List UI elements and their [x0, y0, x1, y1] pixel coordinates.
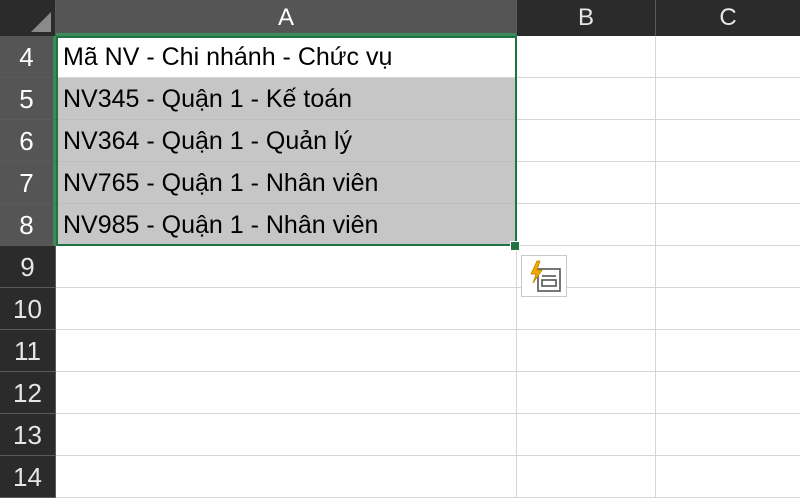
cell-a7[interactable]: NV765 - Quận 1 - Nhân viên [56, 162, 517, 204]
row-header-6[interactable]: 6 [0, 120, 56, 162]
cell-c11[interactable] [656, 330, 800, 372]
spreadsheet-grid: A B C 4 5 6 7 8 9 10 11 12 13 14 Mã NV -… [0, 0, 800, 498]
flash-fill-options-button[interactable] [521, 255, 567, 297]
cell-b8[interactable] [517, 204, 656, 246]
cell-b7[interactable] [517, 162, 656, 204]
cell-c8[interactable] [656, 204, 800, 246]
cell-b14[interactable] [517, 456, 656, 498]
cell-b13[interactable] [517, 414, 656, 456]
cell-b11[interactable] [517, 330, 656, 372]
row-header-11[interactable]: 11 [0, 330, 56, 372]
fill-handle[interactable] [510, 241, 520, 251]
row-header-13[interactable]: 13 [0, 414, 56, 456]
cell-a5[interactable]: NV345 - Quận 1 - Kế toán [56, 78, 517, 120]
cell-c12[interactable] [656, 372, 800, 414]
select-all-triangle-icon [31, 12, 51, 32]
cell-c14[interactable] [656, 456, 800, 498]
cell-b6[interactable] [517, 120, 656, 162]
row-header-9[interactable]: 9 [0, 246, 56, 288]
row-header-8[interactable]: 8 [0, 204, 56, 246]
cell-a6-text: NV364 - Quận 1 - Quản lý [63, 127, 353, 155]
column-header-c[interactable]: C [656, 0, 800, 36]
cell-a11[interactable] [56, 330, 517, 372]
cell-b5[interactable] [517, 78, 656, 120]
cell-c6[interactable] [656, 120, 800, 162]
cell-c5[interactable] [656, 78, 800, 120]
cell-c13[interactable] [656, 414, 800, 456]
flash-fill-options-icon [530, 260, 561, 292]
cell-a8[interactable]: NV985 - Quận 1 - Nhân viên [56, 204, 517, 246]
column-header-a[interactable]: A [56, 0, 517, 36]
cell-a10[interactable] [56, 288, 517, 330]
cell-a7-text: NV765 - Quận 1 - Nhân viên [63, 169, 379, 197]
cell-b12[interactable] [517, 372, 656, 414]
cell-c7[interactable] [656, 162, 800, 204]
select-all-corner[interactable] [0, 0, 56, 36]
row-header-10[interactable]: 10 [0, 288, 56, 330]
column-header-b[interactable]: B [517, 0, 656, 36]
cell-a12[interactable] [56, 372, 517, 414]
cell-a14[interactable] [56, 456, 517, 498]
cell-a4[interactable]: Mã NV - Chi nhánh - Chức vụ [56, 36, 517, 78]
cell-a8-text: NV985 - Quận 1 - Nhân viên [63, 211, 379, 239]
row-header-7[interactable]: 7 [0, 162, 56, 204]
row-header-4[interactable]: 4 [0, 36, 56, 78]
row-header-14[interactable]: 14 [0, 456, 56, 498]
row-header-12[interactable]: 12 [0, 372, 56, 414]
cell-a4-text: Mã NV - Chi nhánh - Chức vụ [63, 43, 393, 71]
cell-b4[interactable] [517, 36, 656, 78]
row-header-5[interactable]: 5 [0, 78, 56, 120]
cell-a5-text: NV345 - Quận 1 - Kế toán [63, 85, 353, 113]
cell-c4[interactable] [656, 36, 800, 78]
cell-a13[interactable] [56, 414, 517, 456]
cell-c9[interactable] [656, 246, 800, 288]
cell-a9[interactable] [56, 246, 517, 288]
cell-a6[interactable]: NV364 - Quận 1 - Quản lý [56, 120, 517, 162]
cell-c10[interactable] [656, 288, 800, 330]
